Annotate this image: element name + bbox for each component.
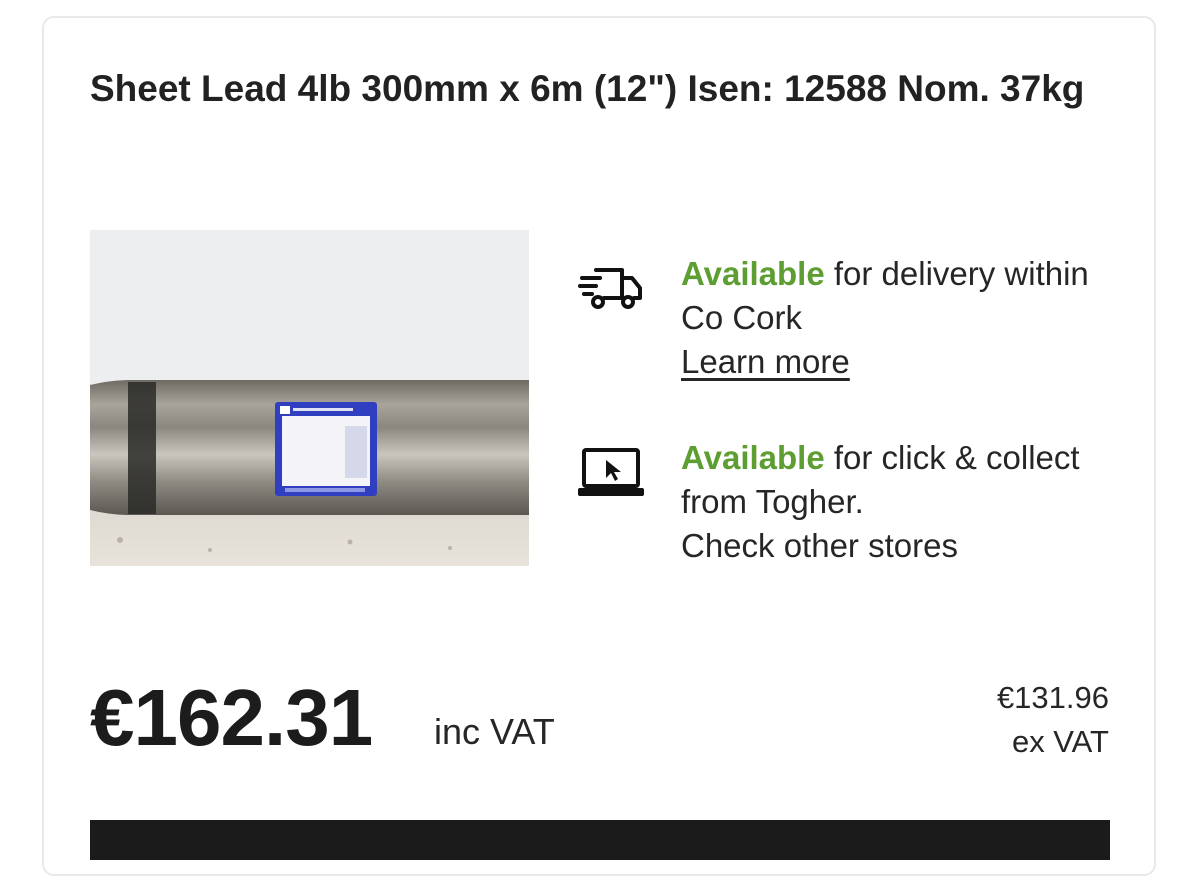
check-other-stores-link[interactable]: Check other stores (681, 524, 1121, 568)
collect-text: for click & collect (824, 439, 1080, 476)
inc-vat-label: inc VAT (434, 711, 555, 752)
laptop-cursor-icon (578, 446, 644, 500)
collect-status: Available (681, 439, 825, 476)
price-ex-vat-block: €131.96 ex VAT (997, 676, 1109, 764)
product-title: Sheet Lead 4lb 300mm x 6m (12") Isen: 12… (90, 68, 1085, 109)
price-ex-vat: €131.96 (996, 680, 1109, 715)
delivery-status: Available (681, 255, 825, 292)
delivery-truck-icon (578, 262, 644, 316)
collect-store: from Togher. (681, 483, 864, 520)
ex-vat-label: ex VAT (1011, 724, 1109, 759)
product-image[interactable] (90, 230, 529, 566)
learn-more-link[interactable]: Learn more (681, 343, 850, 380)
price-inc-vat: €162.31 (90, 673, 373, 762)
add-to-cart-button[interactable] (90, 820, 1110, 860)
